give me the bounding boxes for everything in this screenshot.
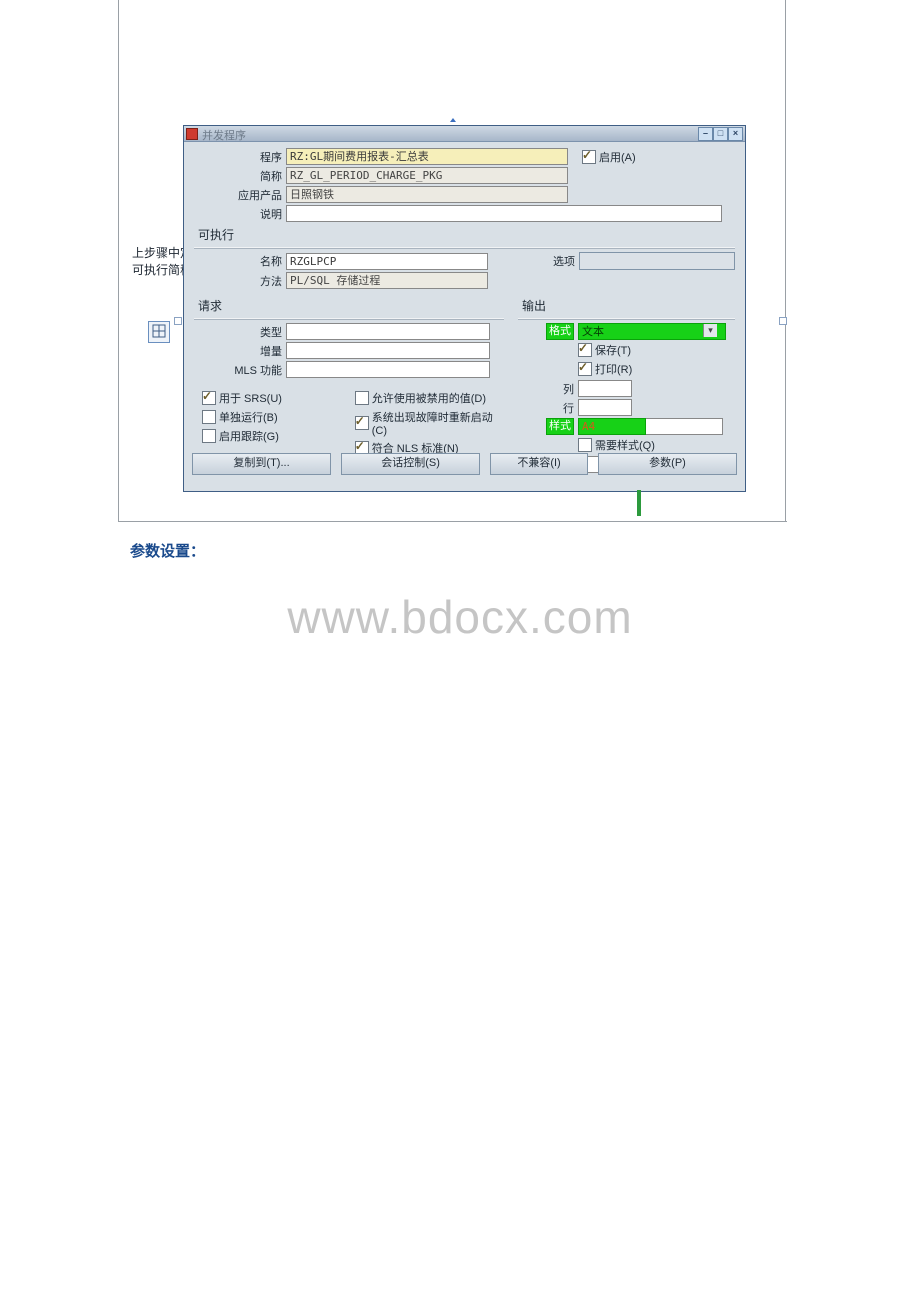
maximize-button[interactable]: □ bbox=[713, 127, 728, 141]
print-checkbox[interactable] bbox=[578, 362, 592, 376]
needstyle-label: 需要样式(Q) bbox=[595, 437, 655, 453]
param-settings-heading: 参数设置： bbox=[130, 540, 205, 561]
exec-option-label: 选项 bbox=[535, 253, 579, 269]
col-label: 列 bbox=[518, 381, 578, 397]
srs-label: 用于 SRS(U) bbox=[219, 390, 282, 406]
srs-checkbox[interactable] bbox=[202, 391, 216, 405]
type-field[interactable] bbox=[286, 323, 490, 340]
incr-label: 增量 bbox=[194, 343, 286, 359]
window-title: 并发程序 bbox=[202, 127, 246, 143]
app-field[interactable] bbox=[286, 186, 568, 203]
print-label: 打印(R) bbox=[595, 361, 632, 377]
word-anchor-icon bbox=[148, 321, 170, 343]
word-handle-left bbox=[174, 317, 182, 325]
trace-label: 启用跟踪(G) bbox=[219, 428, 279, 444]
desc-label: 说明 bbox=[194, 206, 286, 222]
solo-label: 单独运行(B) bbox=[219, 409, 278, 425]
needstyle-checkbox[interactable] bbox=[578, 438, 592, 452]
incompatible-button[interactable]: 不兼容(I) bbox=[490, 453, 588, 475]
shortname-label: 简称 bbox=[194, 168, 286, 184]
exec-option-button[interactable] bbox=[579, 252, 735, 270]
row-label: 行 bbox=[518, 400, 578, 416]
style-label: 样式 bbox=[546, 418, 574, 435]
concurrent-program-window: 并发程序 – □ × 程序 启用(A) 简称 应用产品 说明 可执行 bbox=[183, 125, 746, 492]
type-label: 类型 bbox=[194, 324, 286, 340]
style-field-tail[interactable] bbox=[637, 418, 723, 435]
app-label: 应用产品 bbox=[194, 187, 286, 203]
minimize-button[interactable]: – bbox=[698, 127, 713, 141]
close-button[interactable]: × bbox=[728, 127, 743, 141]
format-dropdown[interactable]: ▾ bbox=[578, 323, 718, 340]
exec-name-label: 名称 bbox=[194, 253, 286, 269]
disabled-val-checkbox[interactable] bbox=[355, 391, 369, 405]
disabled-val-label: 允许使用被禁用的值(D) bbox=[372, 390, 486, 406]
solo-checkbox[interactable] bbox=[202, 410, 216, 424]
col-field[interactable] bbox=[578, 380, 632, 397]
style-field[interactable] bbox=[578, 418, 646, 435]
row-field[interactable] bbox=[578, 399, 632, 416]
exec-name-field[interactable] bbox=[286, 253, 488, 270]
mls-field[interactable] bbox=[286, 361, 490, 378]
enable-label: 启用(A) bbox=[599, 149, 636, 165]
exec-method-label: 方法 bbox=[194, 273, 286, 289]
copy-to-button[interactable]: 复制到(T)... bbox=[192, 453, 331, 475]
section-output: 输出 bbox=[518, 295, 735, 316]
section-request: 请求 bbox=[194, 295, 504, 316]
incr-field[interactable] bbox=[286, 342, 490, 359]
oracle-icon bbox=[186, 128, 198, 140]
session-control-button[interactable]: 会话控制(S) bbox=[341, 453, 480, 475]
green-caret-down-icon bbox=[636, 490, 642, 516]
enable-checkbox[interactable] bbox=[582, 150, 596, 164]
parameters-button[interactable]: 参数(P) bbox=[598, 453, 737, 475]
word-handle-right bbox=[779, 317, 787, 325]
save-label: 保存(T) bbox=[595, 342, 631, 358]
restart-checkbox[interactable] bbox=[355, 416, 369, 430]
chevron-down-icon[interactable]: ▾ bbox=[703, 324, 717, 337]
window-titlebar[interactable]: 并发程序 – □ × bbox=[184, 126, 745, 142]
save-checkbox[interactable] bbox=[578, 343, 592, 357]
watermark-text: www.bdocx.com bbox=[0, 590, 920, 644]
shortname-field[interactable] bbox=[286, 167, 568, 184]
section-executable: 可执行 bbox=[194, 224, 735, 245]
trace-checkbox[interactable] bbox=[202, 429, 216, 443]
exec-method-field[interactable] bbox=[286, 272, 488, 289]
program-field[interactable] bbox=[286, 148, 568, 165]
format-label: 格式 bbox=[546, 323, 574, 340]
program-label: 程序 bbox=[194, 149, 286, 165]
mls-label: MLS 功能 bbox=[194, 362, 286, 378]
restart-label: 系统出现故障时重新启动(C) bbox=[372, 409, 504, 437]
desc-field[interactable] bbox=[286, 205, 722, 222]
